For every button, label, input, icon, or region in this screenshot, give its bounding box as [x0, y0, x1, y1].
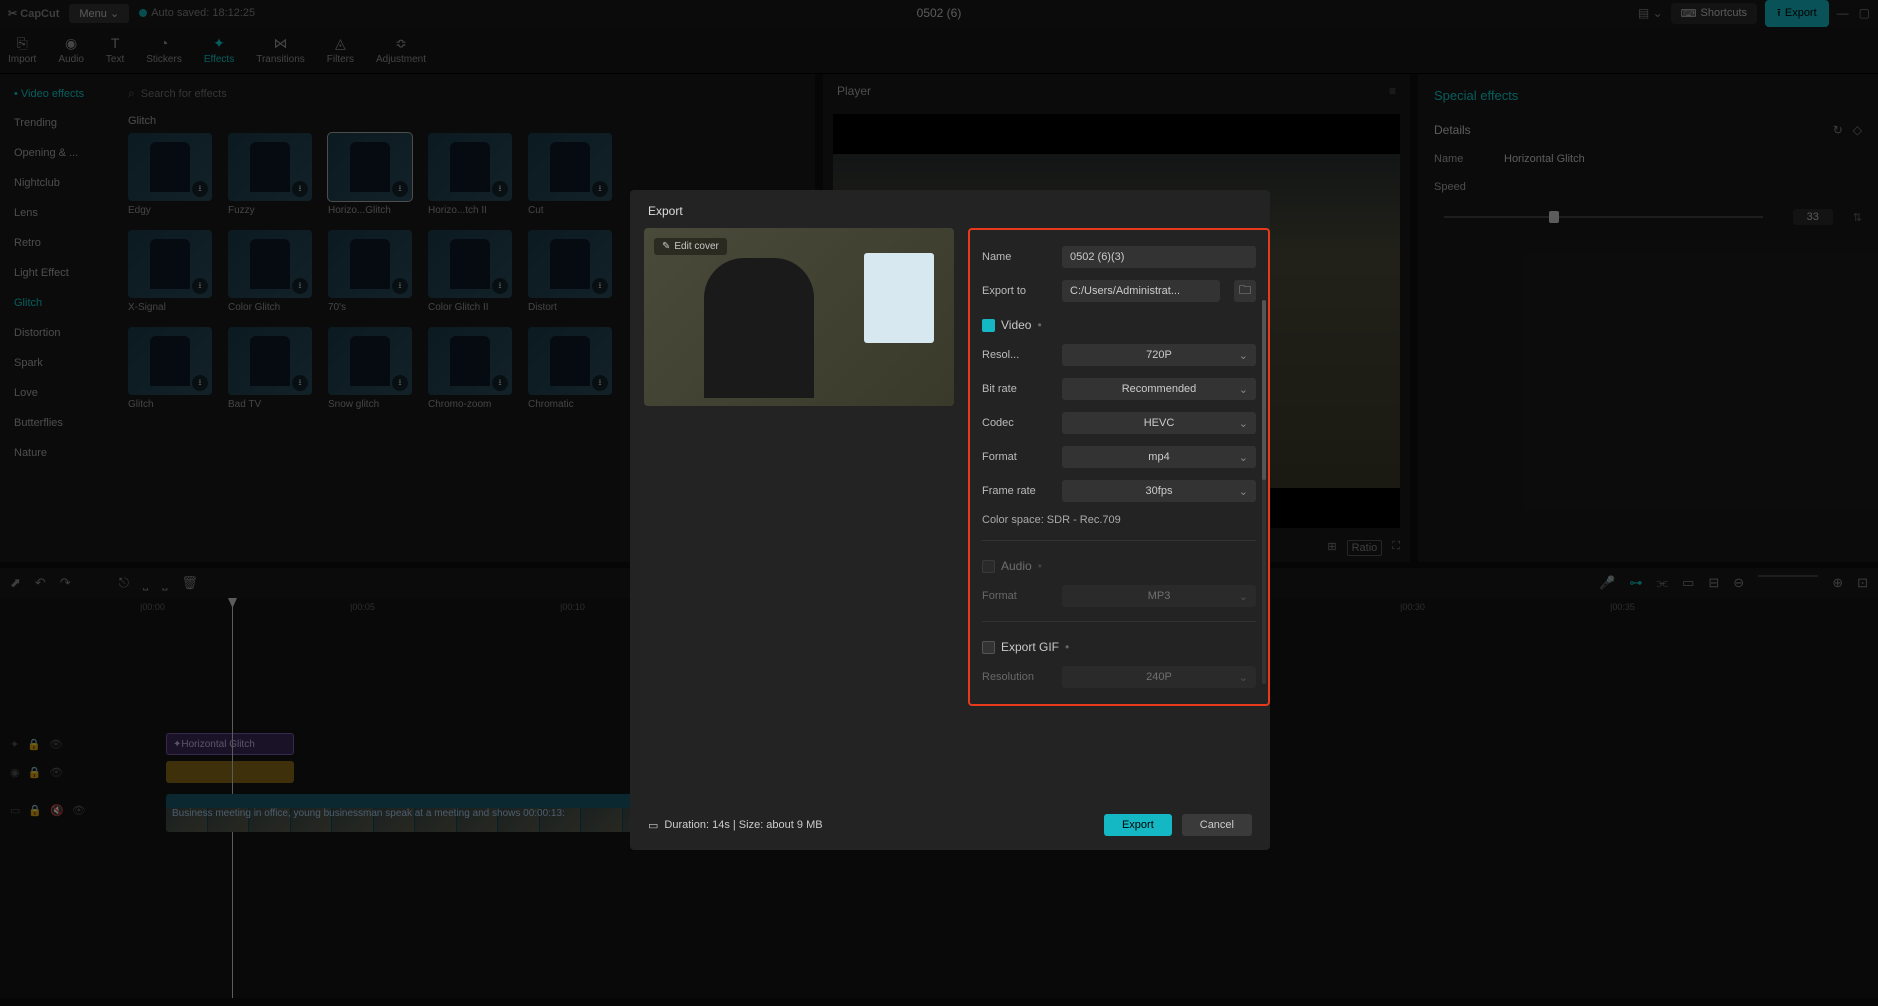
format-select[interactable]: mp4	[1062, 446, 1256, 468]
gif-res-label: Resolution	[982, 671, 1052, 683]
bitrate-label: Bit rate	[982, 383, 1052, 395]
export-dialog: Export ✎ Edit cover Name Export to 🗀 Vid	[630, 190, 1270, 850]
resolution-select[interactable]: 720P	[1062, 344, 1256, 366]
folder-icon[interactable]: 🗀	[1234, 280, 1256, 302]
audio-checkbox[interactable]	[982, 560, 995, 573]
export-cancel-button[interactable]: Cancel	[1182, 814, 1252, 836]
export-preview: ✎ Edit cover	[644, 228, 954, 406]
name-label: Name	[982, 251, 1052, 263]
video-checkbox[interactable]	[982, 319, 995, 332]
audio-format-label: Format	[982, 590, 1052, 602]
export-settings: Name Export to 🗀 Video • Resol...720P Bi…	[968, 228, 1270, 706]
export-name-input[interactable]	[1062, 246, 1256, 268]
bitrate-select[interactable]: Recommended	[1062, 378, 1256, 400]
codec-label: Codec	[982, 417, 1052, 429]
edit-cover-button[interactable]: ✎ Edit cover	[654, 238, 727, 255]
format-label: Format	[982, 451, 1052, 463]
video-section-label: Video	[1001, 318, 1031, 332]
scrollbar[interactable]	[1262, 300, 1266, 684]
colorspace-text: Color space: SDR - Rec.709	[982, 508, 1256, 532]
resolution-label: Resol...	[982, 349, 1052, 361]
audio-section-label: Audio	[1001, 559, 1032, 573]
exportto-label: Export to	[982, 285, 1052, 297]
export-confirm-button[interactable]: Export	[1104, 814, 1172, 836]
audio-format-select: MP3	[1062, 585, 1256, 607]
codec-select[interactable]: HEVC	[1062, 412, 1256, 434]
framerate-select[interactable]: 30fps	[1062, 480, 1256, 502]
gif-checkbox[interactable]	[982, 641, 995, 654]
gif-section-label: Export GIF	[1001, 640, 1059, 654]
framerate-label: Frame rate	[982, 485, 1052, 497]
export-path-input[interactable]	[1062, 280, 1220, 302]
export-dialog-title: Export	[630, 190, 1270, 228]
export-duration-info: ▭ Duration: 14s | Size: about 9 MB	[648, 819, 823, 832]
gif-res-select: 240P	[1062, 666, 1256, 688]
